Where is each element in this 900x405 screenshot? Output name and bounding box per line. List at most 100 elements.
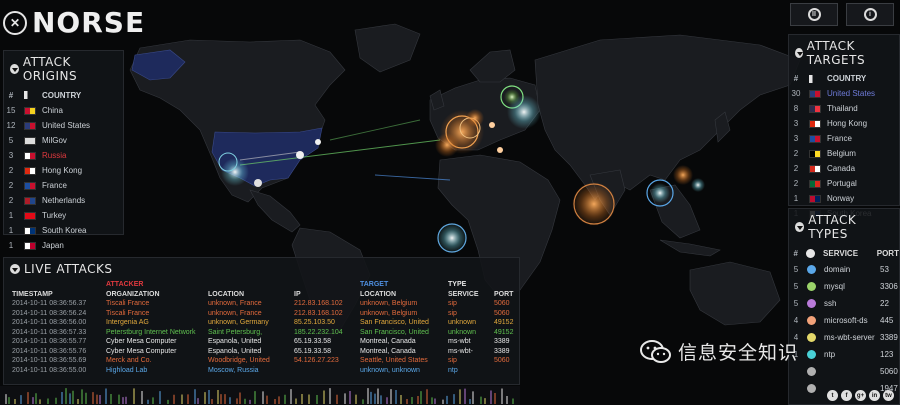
burst-hongkong [673,165,693,185]
attack-types-title[interactable]: ATTACK TYPES [789,209,899,245]
country-row[interactable]: 2 Portugal [789,176,899,191]
ip-cell: 212.83.168.102 [294,300,343,308]
country-row[interactable]: 1 South Korea [4,223,123,238]
info-button[interactable]: i [846,3,894,26]
country-flag-icon [809,179,821,188]
country-row[interactable]: 15 China [4,103,123,118]
country-row[interactable]: 1 Norway [789,191,899,206]
country-row[interactable]: 30 United States [789,86,899,101]
ip-cell: 65.19.33.58 [294,347,331,355]
service-cell: sip [448,300,457,308]
live-attack-row[interactable]: 2014-10-11 08:36:55.76 Cyber Mesa Compute… [10,347,515,357]
attack-count: 2 [8,196,14,205]
country-row[interactable]: 2 Hong Kong [4,163,123,178]
timestamp-cell: 2014-10-11 08:36:56.37 [12,300,87,308]
timestamp-cell: 2014-10-11 08:36:55.69 [12,357,87,365]
country-row[interactable]: 1 Turkey [4,208,123,223]
country-row[interactable]: 1 Japan [4,238,123,253]
attack-count: 12 [6,121,16,130]
attack-count: 3 [793,134,799,143]
live-attack-row[interactable]: 2014-10-11 08:36:56.24 Tiscali France unkn… [10,309,515,319]
attack-count: 2 [793,179,799,188]
country-flag-icon [809,119,821,128]
service-name: microsoft-ds [824,316,868,325]
service-cell: sip [448,309,457,317]
live-attacks-rows: 2014-10-11 08:36:56.37 Tiscali France unkn… [10,299,515,375]
burst-east-us [296,151,304,159]
target-location-cell: San Francisco, United [360,328,429,336]
live-attack-row[interactable]: 2014-10-11 08:36:55.69 Merck and Co. Woodb… [10,356,515,366]
target-location-cell: unknown, Belgium [360,300,418,308]
pause-button[interactable]: II [790,3,838,26]
live-attack-row[interactable]: 2014-10-11 08:36:57.33 Peterstburg Intern… [10,328,515,338]
collapse-chevron-icon[interactable] [10,64,19,74]
organization-cell: Peterstburg Internet Network [106,328,196,336]
country-name: South Korea [42,226,87,235]
attack-count: 2 [8,166,14,175]
country-flag-icon [24,211,36,220]
live-attack-row[interactable]: 2014-10-11 08:36:56.37 Tiscali France unkn… [10,299,515,309]
attack-origins-title[interactable]: ATTACK ORIGINS [4,51,123,87]
country-flag-icon [24,196,36,205]
country-flag-icon [809,194,821,203]
country-row[interactable]: 12 United States [4,118,123,133]
col-timestamp: TIMESTAMP [12,290,53,298]
location-cell: unknown, France [208,300,262,308]
attack-type-row[interactable]: 1 ntp 123 [789,346,899,363]
attack-type-row[interactable]: 5 domain 53 [789,261,899,278]
type-group-label: TYPE [448,281,467,289]
country-row[interactable]: 8 Thailand [789,101,899,116]
attack-targets-header: # COUNTRY [793,74,867,83]
linkedin-icon[interactable]: in [869,390,880,401]
norse-logo[interactable]: ✕ NORSE [3,6,145,39]
social-links: t f g+ in tw [827,390,894,401]
twitter-icon[interactable]: tw [883,390,894,401]
country-flag-icon [24,136,36,145]
flag-header-icon [24,91,36,99]
service-cell: ntp [448,366,458,374]
service-color-dot [807,282,816,291]
country-name: Hong Kong [42,166,83,175]
country-row[interactable]: 2 Canada [789,161,899,176]
port-cell: 5060 [494,357,510,365]
live-attack-row[interactable]: 2014-10-11 08:36:56.00 Intergenia AG unkno… [10,318,515,328]
country-flag-icon [809,149,821,158]
country-row[interactable]: 3 Hong Kong [789,116,899,131]
live-attack-row[interactable]: 2014-10-11 08:36:55.00 Highload Lab Moscow… [10,366,515,376]
attack-type-row[interactable]: 4 microsoft-ds 445 [789,312,899,329]
country-row[interactable]: 5 MilGov [4,133,123,148]
facebook-icon[interactable]: f [841,390,852,401]
attack-type-row[interactable]: 5 ssh 22 [789,295,899,312]
country-row[interactable]: 2 France [4,178,123,193]
attack-count: 2 [793,149,799,158]
target-location-cell: Seattle, United States [360,357,428,365]
country-row[interactable]: 3 Russia [4,148,123,163]
attack-count: 5 [8,136,14,145]
service-name: ssh [824,299,837,308]
burst-middle-east [572,182,616,226]
service-name: mysql [824,282,845,291]
attack-type-row[interactable]: 5060 [789,363,899,380]
organization-cell: Tiscali France [106,309,150,317]
organization-cell: Merck and Co. [106,357,152,365]
country-row[interactable]: 2 Belgium [789,146,899,161]
attack-count: 5 [793,299,799,308]
country-row[interactable]: 2 Netherlands [4,193,123,208]
attack-count: 30 [791,89,801,98]
attack-type-row[interactable]: 5 mysql 3306 [789,278,899,295]
google-plus-icon[interactable]: g+ [855,390,866,401]
live-attacks-panel: LIVE ATTACKS ATTACKER TARGET TYPE TIMEST… [3,257,520,385]
timestamp-cell: 2014-10-11 08:36:57.33 [12,328,87,336]
target-location-cell: Montreal, Canada [360,347,416,355]
country-row[interactable]: 3 France [789,131,899,146]
attack-type-row[interactable]: 4 ms-wbt-server 3389 [789,329,899,346]
live-attack-row[interactable]: 2014-10-11 08:36:55.77 Cyber Mesa Compute… [10,337,515,347]
ip-cell [292,366,358,376]
collapse-chevron-icon[interactable] [10,264,20,274]
social-icon-1[interactable]: t [827,390,838,401]
organization-cell: Cyber Mesa Computer [106,338,177,346]
collapse-chevron-icon[interactable] [795,222,805,232]
live-attacks-title[interactable]: LIVE ATTACKS [4,258,519,280]
attack-targets-title[interactable]: ATTACK TARGETS [789,35,899,71]
collapse-chevron-icon[interactable] [795,48,803,58]
